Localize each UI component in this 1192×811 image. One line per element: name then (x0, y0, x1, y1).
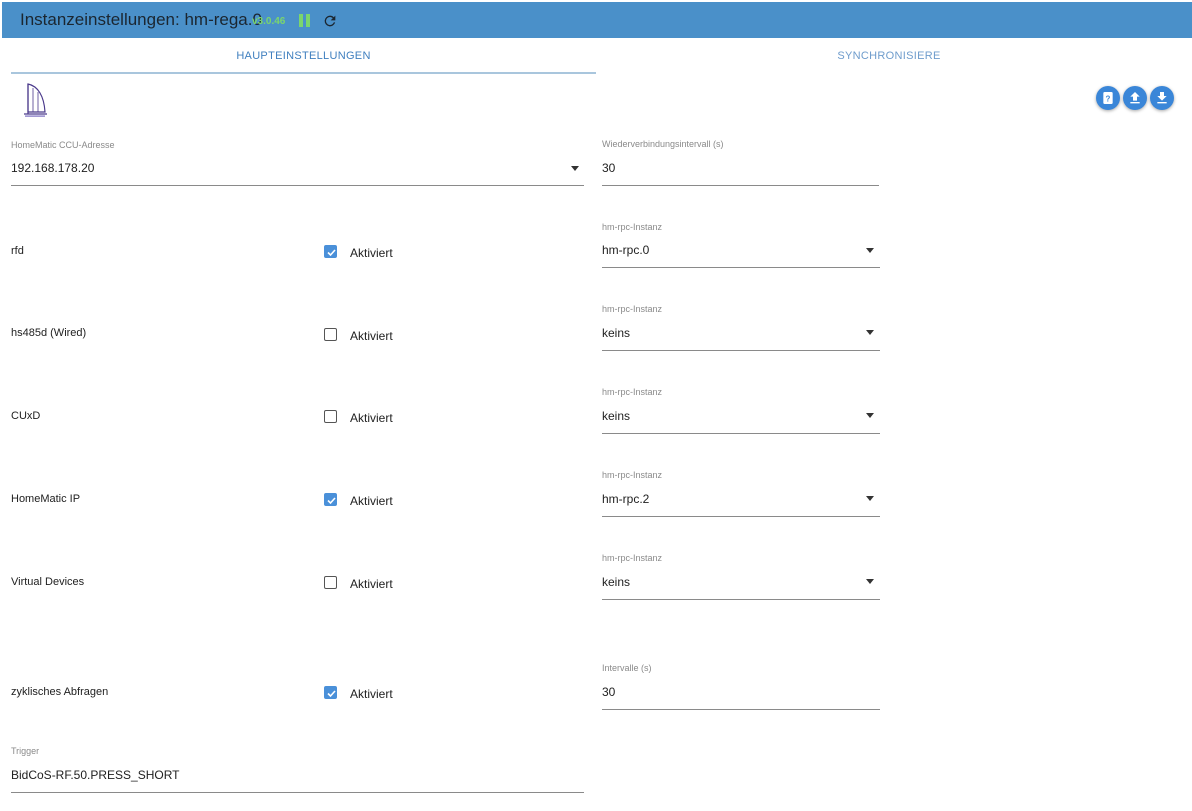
polling-interval-input[interactable]: 30 (602, 685, 615, 699)
hs485d-checkbox[interactable] (324, 328, 337, 341)
virtual-devices-instance-underline (602, 599, 880, 600)
trigger-label: Trigger (11, 746, 40, 756)
virtual-devices-enabled-label: Aktiviert (350, 577, 393, 591)
ccu-address-label: HomeMatic CCU-Adresse (11, 140, 115, 150)
help-button[interactable]: ? (1096, 86, 1120, 110)
cuxd-checkbox[interactable] (324, 410, 337, 423)
chevron-down-icon[interactable] (866, 496, 874, 501)
homematic-ip-instance-label: hm-rpc-Instanz (602, 470, 663, 480)
virtual-devices-instance-label: hm-rpc-Instanz (602, 553, 663, 563)
homematic-logo (24, 83, 47, 117)
hs485d-instance-underline (602, 350, 880, 351)
virtual-devices-instance-select[interactable]: keins (602, 575, 630, 589)
reconnect-interval-input[interactable]: 30 (602, 161, 615, 175)
polling-interval-underline (602, 709, 880, 710)
hs485d-enabled-label: Aktiviert (350, 329, 393, 343)
rfd-instance-select[interactable]: hm-rpc.0 (602, 243, 649, 257)
page-title: Instanzeinstellungen: hm-rega.0 (20, 10, 262, 29)
virtual-devices-checkbox[interactable] (324, 576, 337, 589)
download-button[interactable] (1150, 86, 1174, 110)
help-icon: ? (1103, 92, 1113, 104)
ccu-address-underline (11, 185, 584, 186)
polling-checkbox[interactable] (324, 686, 337, 699)
check-icon (327, 690, 336, 698)
version-badge: v3.0.46 (252, 16, 286, 27)
polling-label: zyklisches Abfragen (11, 686, 109, 698)
hs485d-instance-label: hm-rpc-Instanz (602, 304, 663, 314)
chevron-down-icon[interactable] (866, 579, 874, 584)
check-icon (327, 497, 336, 505)
rfd-label: rfd (11, 245, 24, 257)
polling-interval-label: Intervalle (s) (602, 663, 652, 673)
homematic-ip-enabled-label: Aktiviert (350, 494, 393, 508)
rfd-instance-label: hm-rpc-Instanz (602, 222, 663, 232)
polling-enabled-label: Aktiviert (350, 687, 393, 701)
homematic-ip-checkbox[interactable] (324, 493, 337, 506)
chevron-down-icon[interactable] (866, 330, 874, 335)
chevron-down-icon[interactable] (571, 166, 579, 171)
upload-icon (1130, 92, 1140, 104)
svg-text:?: ? (1106, 94, 1111, 103)
rfd-checkbox[interactable] (324, 245, 337, 258)
homematic-ip-instance-select[interactable]: hm-rpc.2 (602, 492, 649, 506)
cuxd-enabled-label: Aktiviert (350, 411, 393, 425)
download-icon (1157, 92, 1167, 104)
cuxd-instance-underline (602, 433, 880, 434)
homematic-ip-instance-underline (602, 516, 880, 517)
reconnect-interval-underline (602, 185, 879, 186)
reconnect-interval-label: Wiederverbindungsintervall (s) (602, 139, 724, 149)
trigger-input[interactable]: BidCoS-RF.50.PRESS_SHORT (11, 768, 180, 782)
virtual-devices-label: Virtual Devices (11, 576, 85, 588)
rfd-instance-underline (602, 267, 880, 268)
tab-synchronize[interactable]: SYNCHRONISIERE (596, 42, 1182, 74)
rfd-enabled-label: Aktiviert (350, 246, 393, 260)
cuxd-instance-label: hm-rpc-Instanz (602, 387, 663, 397)
pause-icon[interactable] (299, 14, 311, 28)
upload-button[interactable] (1123, 86, 1147, 110)
reload-icon[interactable] (322, 13, 338, 29)
homematic-ip-label: HomeMatic IP (11, 493, 81, 505)
tab-main-settings[interactable]: HAUPTEINSTELLUNGEN (11, 42, 596, 74)
chevron-down-icon[interactable] (866, 248, 874, 253)
chevron-down-icon[interactable] (866, 413, 874, 418)
cuxd-instance-select[interactable]: keins (602, 409, 630, 423)
title-bar: Instanzeinstellungen: hm-rega.0 v3.0.46 (2, 2, 1192, 38)
check-icon (327, 249, 336, 257)
trigger-underline (11, 792, 584, 793)
hs485d-instance-select[interactable]: keins (602, 326, 630, 340)
hs485d-label: hs485d (Wired) (11, 327, 87, 339)
ccu-address-select[interactable]: 192.168.178.20 (11, 161, 94, 175)
cuxd-label: CUxD (11, 410, 41, 422)
